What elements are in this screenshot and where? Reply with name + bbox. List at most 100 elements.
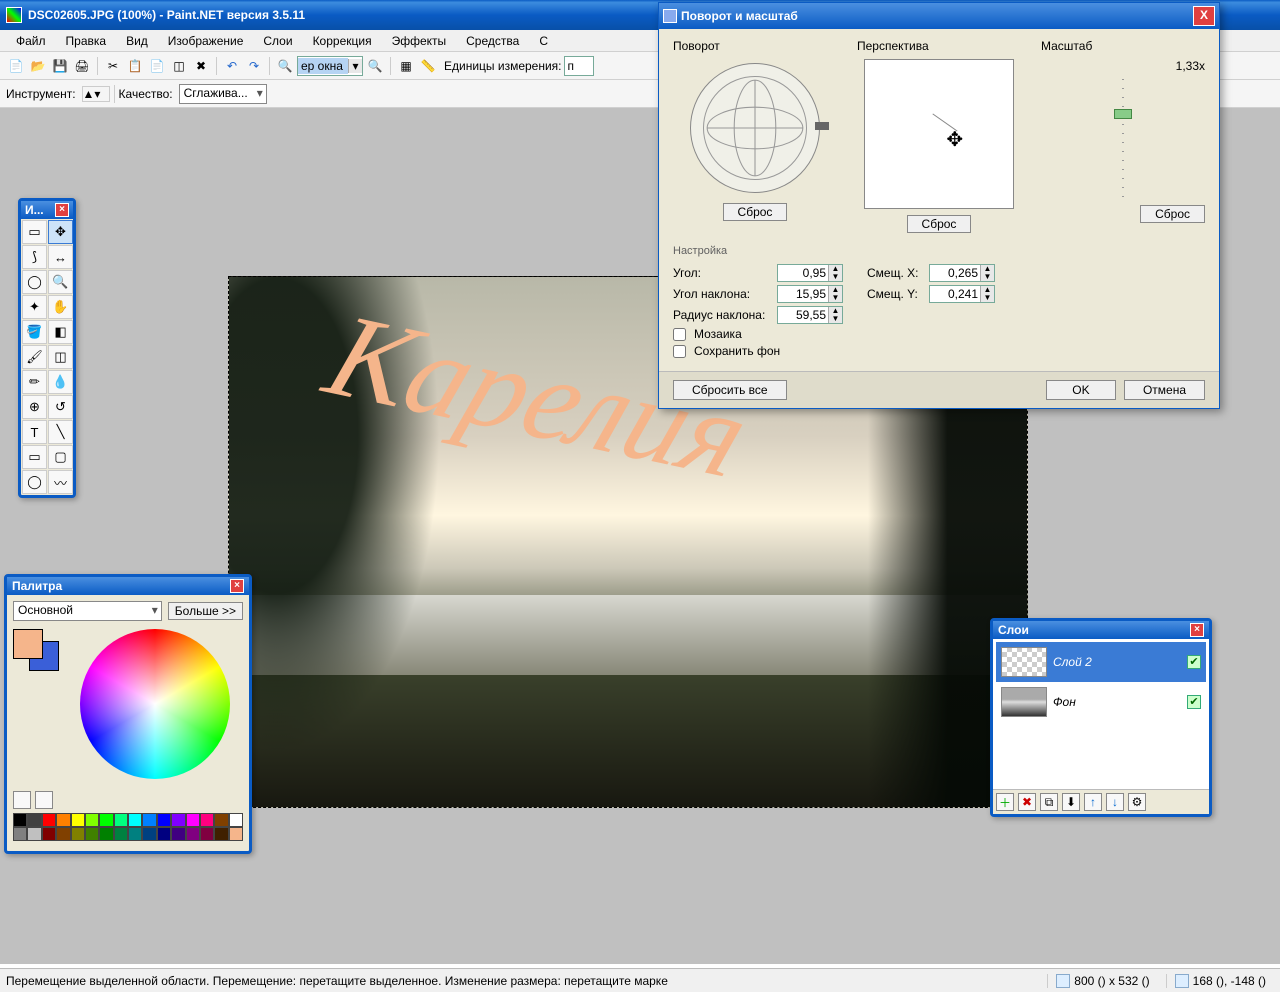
- colors-window[interactable]: Палитра × Основной Больше >>: [4, 574, 252, 854]
- palette-swatch[interactable]: [42, 827, 56, 841]
- perspective-box[interactable]: ✥: [864, 59, 1014, 209]
- color-wheel[interactable]: [80, 629, 230, 779]
- palette-swatch[interactable]: [229, 813, 243, 827]
- cancel-button[interactable]: Отмена: [1124, 380, 1205, 400]
- tools-window-header[interactable]: И... ×: [21, 201, 73, 219]
- text-tool[interactable]: T: [22, 420, 47, 444]
- rect-select-tool[interactable]: ▭: [22, 220, 47, 244]
- ellipse-select-tool[interactable]: ◯: [22, 270, 47, 294]
- add-layer-button[interactable]: ＋: [996, 793, 1014, 811]
- rotate-knob[interactable]: [815, 122, 829, 130]
- palette-swatch[interactable]: [99, 813, 113, 827]
- more-button[interactable]: Больше >>: [168, 602, 243, 620]
- zoom-combo[interactable]: ▾: [297, 56, 363, 76]
- keep-bg-checkbox[interactable]: [673, 345, 686, 358]
- palette-swatches[interactable]: [13, 813, 243, 841]
- delete-layer-button[interactable]: ✖: [1018, 793, 1036, 811]
- tile-checkbox[interactable]: [673, 328, 686, 341]
- save-button[interactable]: 💾: [50, 56, 70, 76]
- perspective-handle[interactable]: ✥: [946, 127, 963, 152]
- palette-swatch[interactable]: [214, 813, 228, 827]
- add-color-button[interactable]: [13, 791, 31, 809]
- spin-buttons[interactable]: ▲▼: [980, 286, 994, 302]
- line-tool[interactable]: ╲: [48, 420, 73, 444]
- offset-x-input[interactable]: ▲▼: [929, 264, 995, 282]
- close-icon[interactable]: X: [1193, 6, 1215, 26]
- layer-props-button[interactable]: ⚙: [1128, 793, 1146, 811]
- menu-adjust[interactable]: Коррекция: [303, 32, 382, 50]
- offset-y-input[interactable]: ▲▼: [929, 285, 995, 303]
- move-down-button[interactable]: ↓: [1106, 793, 1124, 811]
- tilt-radius-input[interactable]: ▲▼: [777, 306, 843, 324]
- fgbg-swatches[interactable]: [13, 629, 59, 779]
- palette-swatch[interactable]: [27, 813, 41, 827]
- spin-buttons[interactable]: ▲▼: [980, 265, 994, 281]
- ruler-button[interactable]: 📏: [418, 56, 438, 76]
- palette-swatch[interactable]: [142, 813, 156, 827]
- angle-input[interactable]: ▲▼: [777, 264, 843, 282]
- ellipse-tool[interactable]: ◯: [22, 470, 47, 494]
- move-tool[interactable]: ↔: [48, 245, 73, 269]
- open-button[interactable]: 📂: [28, 56, 48, 76]
- instrument-picker[interactable]: ▲▾: [82, 86, 110, 102]
- palette-swatch[interactable]: [42, 813, 56, 827]
- layer-row[interactable]: Слой 2 ✔: [996, 642, 1206, 682]
- close-icon[interactable]: ×: [1190, 623, 1204, 637]
- menu-layers[interactable]: Слои: [253, 32, 302, 50]
- palette-swatch[interactable]: [186, 827, 200, 841]
- palette-swatch[interactable]: [85, 827, 99, 841]
- foreground-swatch[interactable]: [13, 629, 43, 659]
- zoom-in-button[interactable]: 🔍: [365, 56, 385, 76]
- rotate-zoom-dialog[interactable]: Поворот и масштаб X Поворот Сброс Пер: [658, 2, 1220, 409]
- colors-window-header[interactable]: Палитра ×: [7, 577, 249, 595]
- menu-clipped[interactable]: С: [529, 32, 558, 50]
- clone-tool[interactable]: ⊕: [22, 395, 47, 419]
- palette-swatch[interactable]: [56, 827, 70, 841]
- new-button[interactable]: 📄: [6, 56, 26, 76]
- spin-buttons[interactable]: ▲▼: [828, 307, 842, 323]
- crop-button[interactable]: ◫: [169, 56, 189, 76]
- quality-combo[interactable]: Сглажива...: [179, 84, 267, 104]
- move-up-button[interactable]: ↑: [1084, 793, 1102, 811]
- palette-swatch[interactable]: [157, 827, 171, 841]
- spin-buttons[interactable]: ▲▼: [828, 286, 842, 302]
- print-button[interactable]: 🖨: [72, 56, 92, 76]
- palette-swatch[interactable]: [99, 827, 113, 841]
- scale-reset-button[interactable]: Сброс: [1140, 205, 1205, 223]
- slider-thumb[interactable]: [1114, 109, 1132, 119]
- merge-down-button[interactable]: ⬇: [1062, 793, 1080, 811]
- freeform-tool[interactable]: 〰: [48, 470, 73, 494]
- palette-swatch[interactable]: [13, 827, 27, 841]
- copy-button[interactable]: 📋: [125, 56, 145, 76]
- paste-button[interactable]: 📄: [147, 56, 167, 76]
- rect-tool[interactable]: ▭: [22, 445, 47, 469]
- layer-row[interactable]: Фон ✔: [996, 682, 1206, 722]
- close-icon[interactable]: ×: [55, 203, 69, 217]
- rotate-ball[interactable]: [690, 63, 820, 193]
- menu-edit[interactable]: Правка: [56, 32, 117, 50]
- palette-swatch[interactable]: [229, 827, 243, 841]
- color-mode-combo[interactable]: Основной: [13, 601, 162, 621]
- lasso-tool[interactable]: ⟆: [22, 245, 47, 269]
- palette-swatch[interactable]: [114, 813, 128, 827]
- redo-button[interactable]: ↷: [244, 56, 264, 76]
- layers-window[interactable]: Слои × Слой 2 ✔ Фон ✔ ＋ ✖ ⧉ ⬇ ↑ ↓ ⚙: [990, 618, 1212, 817]
- palette-swatch[interactable]: [214, 827, 228, 841]
- perspective-reset-button[interactable]: Сброс: [907, 215, 972, 233]
- menu-tools[interactable]: Средства: [456, 32, 529, 50]
- layer-visible-checkbox[interactable]: ✔: [1187, 655, 1201, 669]
- zoom-tool[interactable]: 🔍: [48, 270, 73, 294]
- deselect-button[interactable]: ✖: [191, 56, 211, 76]
- recolor-tool[interactable]: ↺: [48, 395, 73, 419]
- palette-swatch[interactable]: [71, 813, 85, 827]
- pencil-tool[interactable]: ✏: [22, 370, 47, 394]
- grid-button[interactable]: ▦: [396, 56, 416, 76]
- palette-swatch[interactable]: [85, 813, 99, 827]
- menu-file[interactable]: Файл: [6, 32, 56, 50]
- eraser-tool[interactable]: ◫: [48, 345, 73, 369]
- palette-swatch[interactable]: [56, 813, 70, 827]
- pan-tool[interactable]: ✋: [48, 295, 73, 319]
- spin-buttons[interactable]: ▲▼: [828, 265, 842, 281]
- menu-view[interactable]: Вид: [116, 32, 158, 50]
- tilt-angle-input[interactable]: ▲▼: [777, 285, 843, 303]
